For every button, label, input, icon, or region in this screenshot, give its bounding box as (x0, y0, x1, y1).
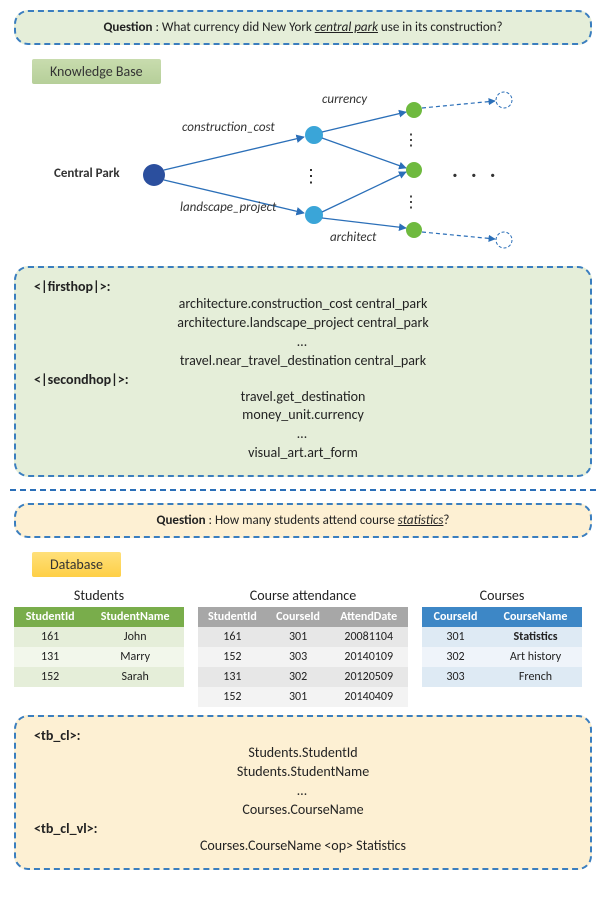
question-box-2: Question : How many students attend cour… (14, 503, 592, 538)
question2-label: Question (157, 513, 206, 528)
table-row: 15230320140109 (198, 647, 408, 667)
table-row: 161John (14, 627, 184, 647)
tbcl-header: <tb_cl>: (34, 727, 572, 744)
table-row: 131Marry (14, 647, 184, 667)
svg-text:⋮: ⋮ (302, 165, 320, 187)
table-row: 15230120140409 (198, 687, 408, 707)
question1-post: use in its construction? (378, 20, 503, 35)
question-box-1: Question : What currency did New York ce… (14, 10, 592, 45)
graph-root-label: Central Park (54, 166, 120, 181)
table-row: 152Sarah (14, 667, 184, 687)
question1-underlined: central park (315, 20, 378, 35)
svg-text:⋮: ⋮ (403, 193, 419, 212)
col-header: AttendDate (329, 607, 408, 627)
db-tables: Students StudentId StudentName 161John 1… (14, 587, 592, 707)
secondhop-item: visual_art.art_form (34, 444, 572, 463)
courses-table: CourseId CourseName 301Statistics 302Art… (422, 607, 582, 687)
firsthop-item: architecture.construction_cost central_p… (34, 295, 572, 314)
svg-text:⋮: ⋮ (403, 131, 419, 150)
students-table: StudentId StudentName 161John 131Marry 1… (14, 607, 184, 687)
kb-result-box: <|firsthop|>: architecture.construction_… (14, 266, 592, 477)
col-header: CourseId (422, 607, 489, 627)
secondhop-header: <|secondhop|>: (34, 371, 572, 388)
secondhop-item: travel.get_destination (34, 388, 572, 407)
table-row: 301Statistics (422, 627, 582, 647)
ellipsis-text: … (34, 782, 572, 801)
table-row: 303French (422, 667, 582, 687)
tbclvl-item: Courses.CourseName <op> Statistics (34, 837, 572, 856)
firsthop-item: architecture.landscape_project central_p… (34, 314, 572, 333)
question2-underlined: statistics (398, 513, 444, 528)
tbclvl-header: <tb_cl_vl>: (34, 820, 572, 837)
courses-caption: Courses (422, 587, 582, 604)
table-row: 302Art history (422, 647, 582, 667)
secondhop-item: money_unit.currency (34, 406, 572, 425)
col-header: CourseName (489, 607, 582, 627)
graph-edge-architect: architect (330, 230, 376, 245)
ellipsis-text: … (34, 333, 572, 352)
attendance-table: StudentId CourseId AttendDate 1613012008… (198, 607, 408, 707)
tbcl-item: Courses.CourseName (34, 801, 572, 820)
tbcl-item: Students.StudentName (34, 763, 572, 782)
graph-edge-landscape-project: landscape_project (180, 200, 276, 215)
firsthop-item: travel.near_travel_destination central_p… (34, 352, 572, 371)
graph-edge-construction-cost: construction_cost (182, 120, 275, 135)
ellipsis-icon: . . . (452, 156, 500, 183)
knowledge-graph: ⋮ ⋮ ⋮ Central Park construction_cost lan… (14, 90, 592, 260)
ellipsis-text: … (34, 425, 572, 444)
kb-tag: Knowledge Base (32, 59, 161, 84)
db-tag: Database (32, 552, 121, 577)
question2-post: ? (443, 513, 449, 528)
db-result-box: <tb_cl>: Students.StudentId Students.Stu… (14, 715, 592, 869)
question1-label: Question (103, 20, 152, 35)
col-header: CourseId (267, 607, 330, 627)
firsthop-header: <|firsthop|>: (34, 278, 572, 295)
table-row: 13130220120509 (198, 667, 408, 687)
section-divider (10, 489, 596, 491)
students-caption: Students (14, 587, 184, 604)
col-header: StudentId (198, 607, 267, 627)
tbcl-item: Students.StudentId (34, 744, 572, 763)
question2-pre: How many students attend course (215, 513, 398, 528)
attendance-caption: Course attendance (198, 587, 408, 604)
question1-pre: What currency did New York (162, 20, 315, 35)
col-header: StudentId (14, 607, 86, 627)
table-row: 16130120081104 (198, 627, 408, 647)
col-header: StudentName (86, 607, 184, 627)
graph-edge-currency: currency (322, 92, 367, 107)
